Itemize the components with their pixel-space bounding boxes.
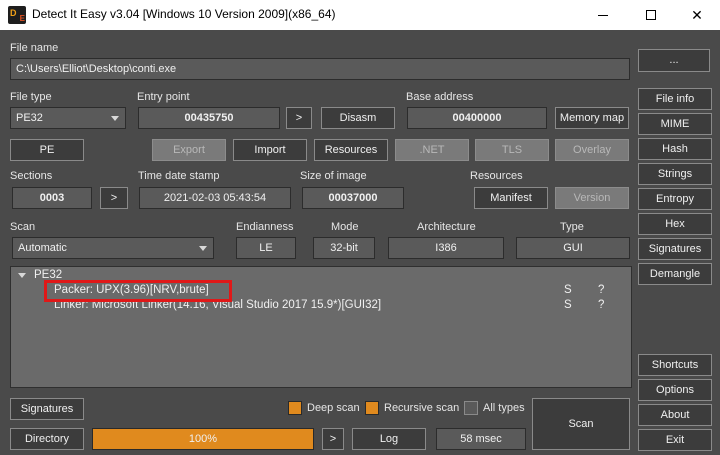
file-name-label: File name (10, 42, 59, 54)
type-value: GUI (516, 237, 630, 259)
memory-map-button[interactable]: Memory map (555, 107, 629, 129)
app-logo-letter-primary: D (10, 8, 17, 18)
sections-go-button[interactable]: > (100, 187, 128, 209)
tree-expand-icon[interactable] (18, 273, 26, 278)
hex-button[interactable]: Hex (638, 213, 712, 235)
close-button[interactable]: ✕ (674, 0, 720, 30)
endianness-label: Endianness (236, 221, 294, 233)
maximize-button[interactable] (628, 0, 674, 30)
directory-button[interactable]: Directory (10, 428, 84, 450)
recursive-scan-label[interactable]: Recursive scan (384, 402, 459, 414)
mode-value: 32-bit (313, 237, 375, 259)
architecture-label: Architecture (417, 221, 476, 233)
about-button[interactable]: About (638, 404, 712, 426)
strings-button[interactable]: Strings (638, 163, 712, 185)
scan-progress-bar: 100% (92, 428, 314, 450)
resources-button[interactable]: Resources (314, 139, 388, 161)
title-bar: D E Detect It Easy v3.04 [Windows 10 Ver… (0, 0, 720, 30)
base-address-label: Base address (406, 91, 474, 103)
hash-button[interactable]: Hash (638, 138, 712, 160)
chevron-down-icon (199, 246, 207, 251)
file-info-button[interactable]: File info (638, 88, 712, 110)
architecture-value: I386 (388, 237, 504, 259)
log-button[interactable]: Log (352, 428, 426, 450)
entry-point-go-button[interactable]: > (286, 107, 312, 129)
disasm-button[interactable]: Disasm (321, 107, 395, 129)
size-of-image-value: 00037000 (302, 187, 404, 209)
progress-go-button[interactable]: > (322, 428, 344, 450)
overlay-button[interactable]: Overlay (555, 139, 629, 161)
endianness-value: LE (236, 237, 296, 259)
maximize-icon (646, 10, 656, 20)
scan-time-value: 58 msec (436, 428, 526, 450)
file-type-label: File type (10, 91, 52, 103)
exit-button[interactable]: Exit (638, 429, 712, 451)
pe-button[interactable]: PE (10, 139, 84, 161)
time-date-stamp-label: Time date stamp (138, 170, 220, 182)
import-button[interactable]: Import (233, 139, 307, 161)
tree-row-linker-flag-s: S (564, 299, 572, 311)
type-label: Type (560, 221, 584, 233)
scan-result-tree[interactable]: PE32 Packer: UPX(3.96)[NRV,brute] S ? Li… (10, 266, 632, 388)
app-logo-icon: D E (8, 6, 26, 24)
time-date-stamp-value: 2021-02-03 05:43:54 (139, 187, 291, 209)
file-name-input[interactable]: C:\Users\Elliot\Desktop\conti.exe (10, 58, 630, 80)
scan-mode-select[interactable]: Automatic (12, 237, 214, 259)
signatures-side-button[interactable]: Signatures (638, 238, 712, 260)
net-button[interactable]: .NET (395, 139, 469, 161)
signatures-button[interactable]: Signatures (10, 398, 84, 420)
minimize-icon (598, 14, 608, 16)
scan-mode-value: Automatic (18, 242, 67, 254)
scan-button[interactable]: Scan (532, 398, 630, 450)
export-button[interactable]: Export (152, 139, 226, 161)
sections-label: Sections (10, 170, 53, 182)
deep-scan-checkbox[interactable] (288, 401, 302, 415)
manifest-button[interactable]: Manifest (474, 187, 548, 209)
resources-group-label: Resources (470, 170, 523, 182)
tree-row-packer-flag-s: S (564, 284, 572, 296)
version-button[interactable]: Version (555, 187, 629, 209)
chevron-down-icon (111, 116, 119, 121)
file-type-select[interactable]: PE32 (10, 107, 126, 129)
entropy-button[interactable]: Entropy (638, 188, 712, 210)
scan-progress-text: 100% (188, 433, 218, 445)
tree-row-packer-flag-q: ? (598, 284, 605, 296)
file-type-value: PE32 (16, 112, 43, 124)
entry-point-value: 00435750 (138, 107, 280, 129)
all-types-checkbox[interactable] (464, 401, 478, 415)
size-of-image-label: Size of image (300, 170, 367, 182)
app-logo-letter-secondary: E (19, 14, 25, 23)
all-types-label[interactable]: All types (483, 402, 525, 414)
entry-point-label: Entry point (137, 91, 190, 103)
close-icon: ✕ (691, 6, 703, 23)
window-title: Detect It Easy v3.04 [Windows 10 Version… (32, 7, 336, 21)
minimize-button[interactable] (580, 0, 626, 30)
highlight-box (44, 280, 232, 302)
browse-file-button[interactable]: ... (638, 49, 710, 72)
tree-row-linker-flag-q: ? (598, 299, 605, 311)
mode-label: Mode (331, 221, 359, 233)
tls-button[interactable]: TLS (475, 139, 549, 161)
base-address-value: 00400000 (407, 107, 547, 129)
scan-label: Scan (10, 221, 36, 233)
sections-value: 0003 (12, 187, 92, 209)
options-button[interactable]: Options (638, 379, 712, 401)
shortcuts-button[interactable]: Shortcuts (638, 354, 712, 376)
recursive-scan-checkbox[interactable] (365, 401, 379, 415)
demangle-button[interactable]: Demangle (638, 263, 712, 285)
deep-scan-label[interactable]: Deep scan (307, 402, 360, 414)
mime-button[interactable]: MIME (638, 113, 712, 135)
